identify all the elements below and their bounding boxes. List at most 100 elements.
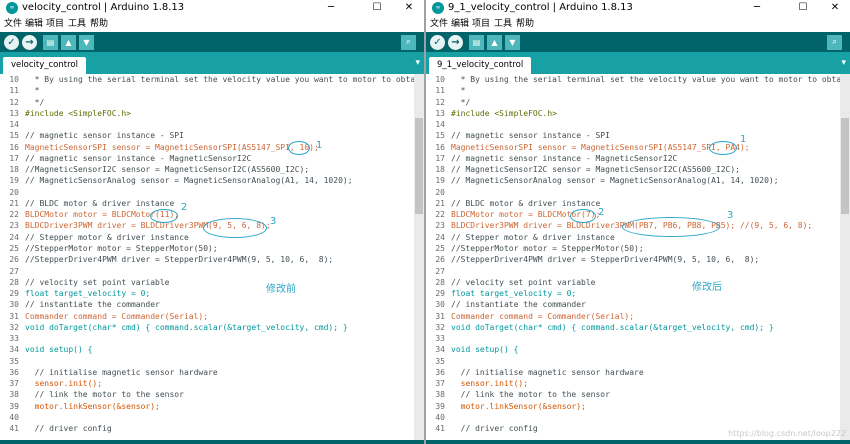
code-line[interactable]: 26//StepperDriver4PWM driver = StepperDr… [0, 254, 414, 266]
code-line[interactable]: 15// magnetic sensor instance - SPI [426, 130, 840, 142]
menu-help[interactable]: 帮助 [516, 16, 534, 32]
upload-arrow-icon[interactable]: → [22, 35, 37, 50]
code-line[interactable]: 17// magnetic sensor instance - Magnetic… [0, 152, 414, 165]
verify-check-icon[interactable]: ✓ [4, 35, 19, 50]
code-line[interactable]: 14 [426, 119, 840, 131]
code-line[interactable]: 38 // link the motor to the sensor [0, 389, 414, 401]
code-line[interactable]: 36 // initialise magnetic sensor hardwar… [0, 366, 414, 379]
verify-check-icon[interactable]: ✓ [430, 35, 445, 50]
code-line[interactable]: 25//StepperMotor motor = StepperMotor(50… [426, 242, 840, 255]
save-down-icon[interactable]: ▼ [79, 35, 94, 50]
code-line[interactable]: 17// magnetic sensor instance - Magnetic… [426, 152, 840, 165]
code-line[interactable]: 34 void setup() { [0, 344, 414, 356]
title-bar[interactable]: ∞ velocity_control | Arduino 1.8.13 ─ ☐ … [0, 0, 424, 16]
code-line[interactable]: 40 [0, 411, 414, 424]
code-line[interactable]: 10 * By using the serial terminal set th… [426, 74, 850, 86]
code-line[interactable]: 33 [426, 333, 840, 345]
code-line[interactable]: 25//StepperMotor motor = StepperMotor(50… [0, 242, 414, 255]
maximize-button[interactable]: ☐ [362, 0, 392, 16]
code-line[interactable]: 28// velocity set point variable [0, 276, 414, 289]
close-button[interactable]: ✕ [394, 0, 424, 16]
code-line[interactable]: 38 // link the motor to the sensor [426, 389, 840, 401]
serial-monitor-icon[interactable]: ⌕ [827, 35, 842, 50]
code-line[interactable]: 32 void doTarget(char* cmd) { command.sca… [0, 321, 414, 334]
save-down-icon[interactable]: ▼ [505, 35, 520, 50]
code-line[interactable]: 32 void doTarget(char* cmd) { command.sca… [426, 321, 840, 334]
code-line[interactable]: 30// instantiate the commander [0, 299, 414, 311]
code-line[interactable]: 14 [0, 119, 414, 131]
code-line[interactable]: 13 #include <SimpleFOC.h> [0, 107, 414, 120]
code-line[interactable]: 37 sensor.init(); [0, 378, 414, 390]
menu-sketch[interactable]: 项目 [472, 16, 490, 32]
code-line[interactable]: 10 * By using the serial terminal set th… [0, 74, 424, 86]
title-bar[interactable]: ∞ 9_1_velocity_control | Arduino 1.8.13 … [426, 0, 850, 16]
menu-edit[interactable]: 编辑 [451, 16, 469, 32]
code-line[interactable]: 41 // driver config [0, 423, 414, 435]
menu-file[interactable]: 文件 [4, 16, 22, 32]
code-line[interactable]: 28// velocity set point variable [426, 276, 840, 289]
code-line[interactable]: 12 */ [0, 96, 414, 108]
code-line[interactable]: 11 * [426, 85, 840, 97]
code-line[interactable]: 16 MagneticSensorSPI sensor = MagneticSen… [426, 141, 840, 153]
code-line[interactable]: 34 void setup() { [426, 344, 840, 356]
close-button[interactable]: ✕ [820, 0, 850, 16]
new-file-icon[interactable]: ▤ [43, 35, 58, 50]
code-line[interactable]: 18// MagneticSensorI2C sensor = Magnetic… [426, 164, 840, 176]
menu-tools[interactable]: 工具 [494, 16, 512, 32]
code-line[interactable]: 35 [426, 355, 840, 367]
code-line[interactable]: 35 [0, 355, 414, 367]
code-line[interactable]: 22 BLDCMotor motor = BLDCMotor(7); [426, 209, 840, 221]
code-line[interactable]: 40 [426, 411, 840, 424]
upload-arrow-icon[interactable]: → [448, 35, 463, 50]
code-editor[interactable]: 10 * By using the serial terminal set th… [0, 74, 424, 440]
vertical-scrollbar[interactable] [414, 74, 424, 440]
code-line[interactable]: 31 Commander command = Commander(Serial); [0, 310, 414, 322]
code-line[interactable]: 31 Commander command = Commander(Serial); [426, 310, 840, 322]
minimize-button[interactable]: ─ [316, 0, 346, 16]
code-line[interactable]: 16 MagneticSensorSPI sensor = MagneticSen… [0, 141, 414, 153]
code-line[interactable]: 37 sensor.init(); [426, 378, 840, 390]
menu-sketch[interactable]: 项目 [46, 16, 64, 32]
scrollbar-thumb[interactable] [841, 118, 849, 214]
vertical-scrollbar[interactable] [840, 74, 850, 440]
scrollbar-thumb[interactable] [415, 118, 423, 214]
code-line[interactable]: 39 motor.linkSensor(&sensor); [0, 400, 414, 412]
code-line[interactable]: 29 float target_velocity = 0; [426, 288, 840, 300]
code-line[interactable]: 11 * [0, 85, 414, 97]
menu-help[interactable]: 帮助 [90, 16, 108, 32]
code-line[interactable]: 20 [426, 186, 840, 198]
open-up-icon[interactable]: ▲ [487, 35, 502, 50]
new-file-icon[interactable]: ▤ [469, 35, 484, 50]
code-line[interactable]: 22 BLDCMotor motor = BLDCMotor(11); [0, 209, 414, 221]
menu-edit[interactable]: 编辑 [25, 16, 43, 32]
menu-file[interactable]: 文件 [430, 16, 448, 32]
tab-sketch[interactable]: 9_1_velocity_control [429, 57, 532, 74]
code-line[interactable]: 18//MagneticSensorI2C sensor = MagneticS… [0, 164, 414, 176]
code-line[interactable]: 29 float target_velocity = 0; [0, 288, 414, 300]
code-line[interactable]: 21// BLDC motor & driver instance [426, 197, 840, 210]
menu-tools[interactable]: 工具 [68, 16, 86, 32]
code-line[interactable]: 20 [0, 186, 414, 198]
code-line[interactable]: 13 #include <SimpleFOC.h> [426, 107, 840, 120]
code-line[interactable]: 33 [0, 333, 414, 345]
code-line[interactable]: 19// MagneticSensorAnalog sensor = Magne… [0, 175, 414, 187]
code-line[interactable]: 27 [426, 265, 840, 277]
minimize-button[interactable]: ─ [742, 0, 772, 16]
tab-sketch[interactable]: velocity_control [3, 57, 86, 74]
code-line[interactable]: 26//StepperDriver4PWM driver = StepperDr… [426, 254, 840, 266]
code-line[interactable]: 30// instantiate the commander [426, 299, 840, 311]
code-line[interactable]: 15// magnetic sensor instance - SPI [0, 130, 414, 142]
tab-menu-icon[interactable]: ▾ [841, 57, 846, 69]
code-line[interactable]: 19// MagneticSensorAnalog sensor = Magne… [426, 175, 840, 187]
code-editor[interactable]: 10 * By using the serial terminal set th… [426, 74, 850, 440]
code-line[interactable]: 39 motor.linkSensor(&sensor); [426, 400, 840, 412]
code-line[interactable]: 24// Stepper motor & driver instance [0, 231, 414, 243]
code-line[interactable]: 21// BLDC motor & driver instance [0, 197, 414, 210]
tab-menu-icon[interactable]: ▾ [415, 57, 420, 69]
open-up-icon[interactable]: ▲ [61, 35, 76, 50]
code-line[interactable]: 12 */ [426, 96, 840, 108]
maximize-button[interactable]: ☐ [788, 0, 818, 16]
code-line[interactable]: 27 [0, 265, 414, 277]
code-line[interactable]: 36 // initialise magnetic sensor hardwar… [426, 366, 840, 379]
serial-monitor-icon[interactable]: ⌕ [401, 35, 416, 50]
